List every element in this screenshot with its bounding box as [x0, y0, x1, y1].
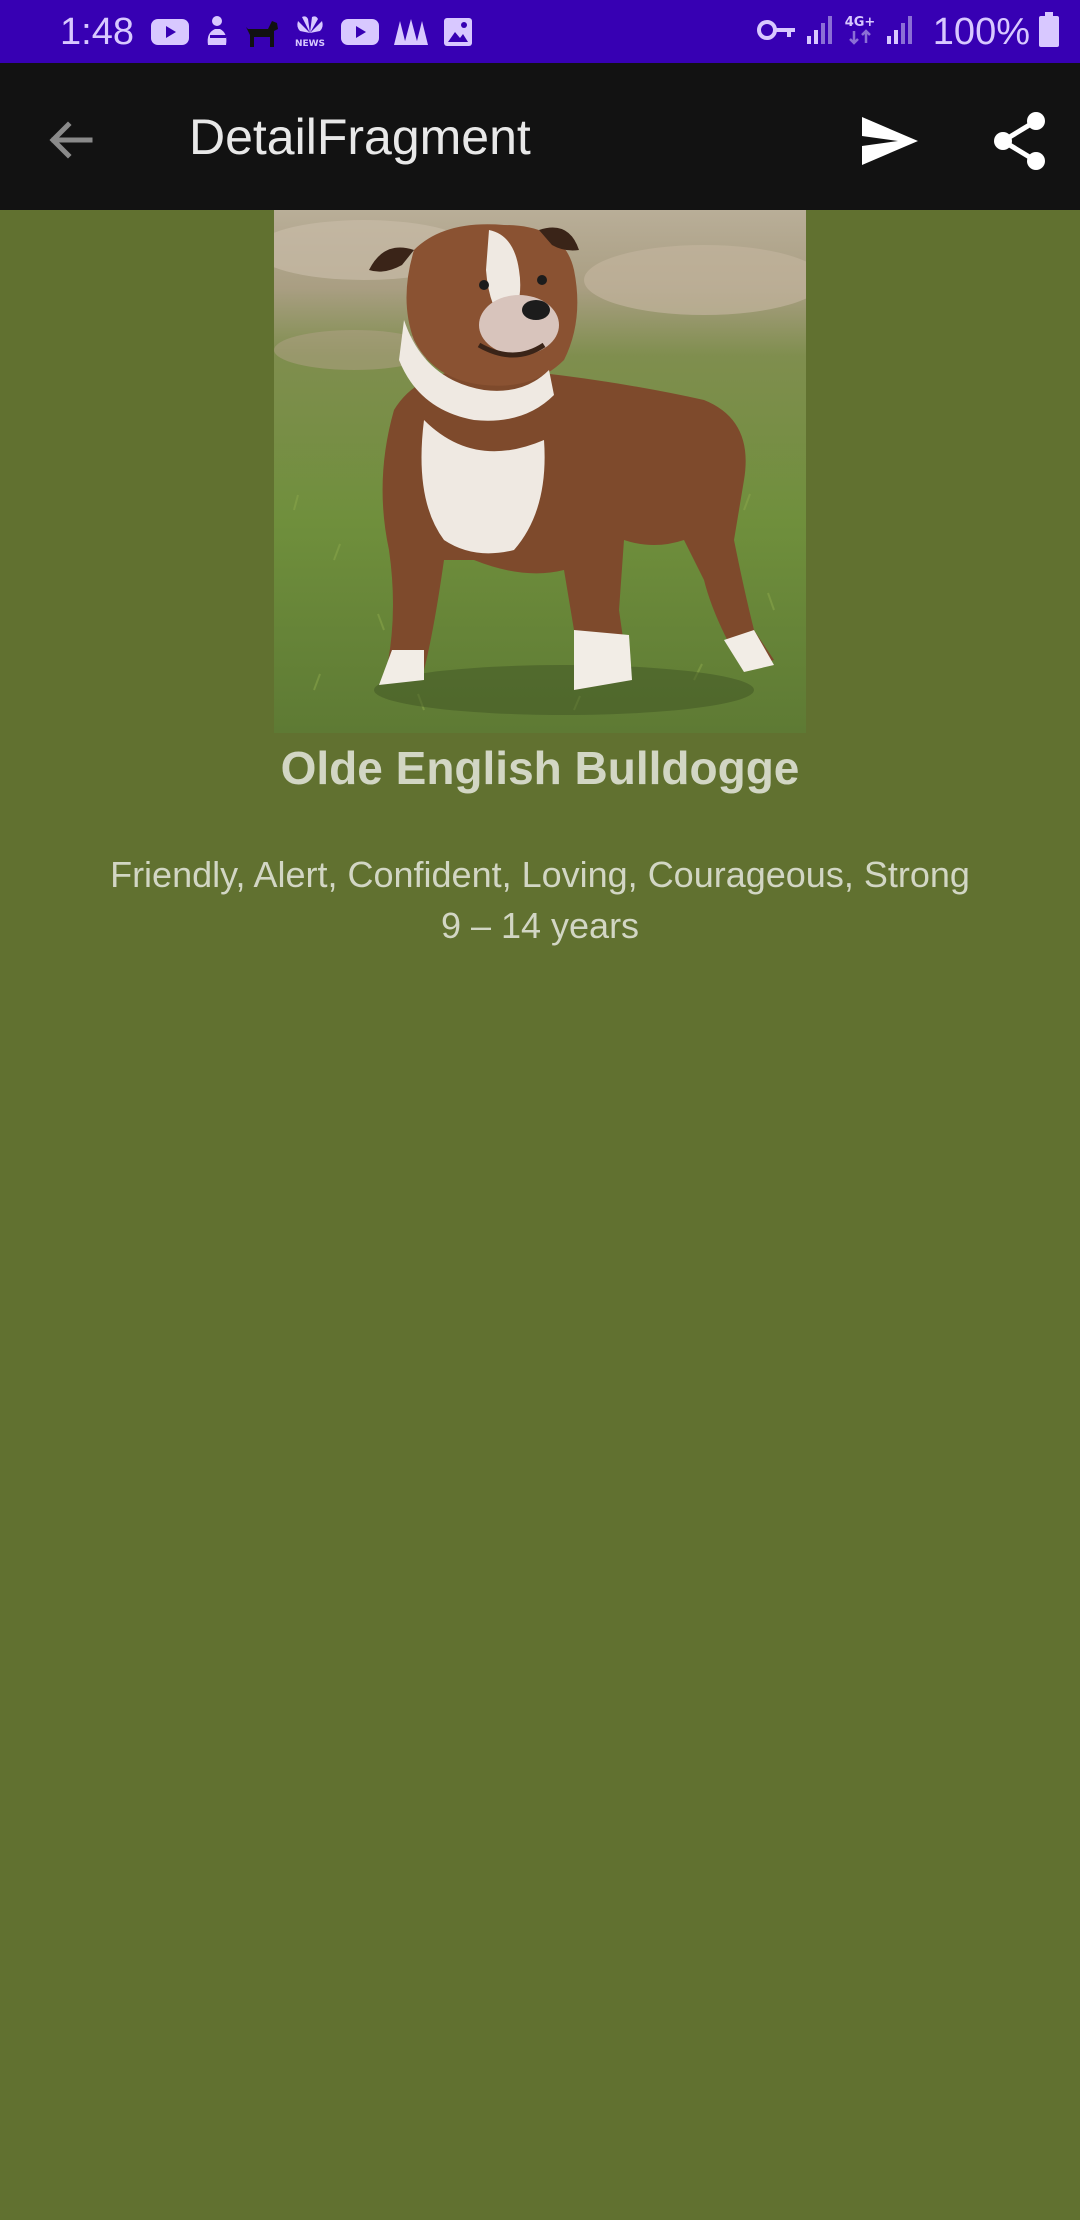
page-title: DetailFragment: [189, 109, 531, 165]
battery-icon: [1038, 11, 1060, 53]
temperament-text: Friendly, Alert, Confident, Loving, Cour…: [110, 854, 970, 895]
youtube-icon: [150, 17, 190, 47]
dog-image: [274, 210, 806, 733]
network-type: 4G+: [843, 13, 877, 52]
notification-icons: NEWS: [150, 14, 474, 50]
breed-name: Olde English Bulldogge: [280, 742, 800, 794]
nbc-news-icon: NEWS: [292, 15, 328, 49]
gallery-icon: [442, 16, 474, 48]
svg-text:NEWS: NEWS: [295, 39, 325, 49]
arrow-back-icon: [49, 121, 93, 159]
share-icon: [994, 112, 1045, 170]
signal-icon: [885, 14, 915, 51]
svg-text:4G+: 4G+: [844, 15, 875, 30]
status-time: 1:48: [60, 11, 134, 53]
signal-icon: [805, 14, 835, 51]
send-button[interactable]: [852, 103, 928, 179]
back-button[interactable]: [36, 105, 106, 175]
figure-icon: [202, 15, 232, 49]
vpn-key-icon: [756, 18, 797, 47]
share-button[interactable]: [982, 103, 1058, 179]
youtube-icon: [340, 17, 380, 47]
app-bar: DetailFragment: [0, 63, 1080, 210]
send-icon: [862, 117, 918, 165]
system-icons: 4G+ 100%: [756, 11, 1060, 53]
battery-percent: 100%: [932, 11, 1030, 53]
dog-icon: [244, 15, 280, 49]
status-bar: 1:48 NEWS 4G+ 100%: [0, 0, 1080, 63]
detail-screen: 1:48 NEWS 4G+ 100% DetailFragment Olde E…: [0, 0, 1080, 2220]
life-span-text: 9 – 14 years: [440, 905, 640, 946]
app-icon: [392, 17, 430, 47]
